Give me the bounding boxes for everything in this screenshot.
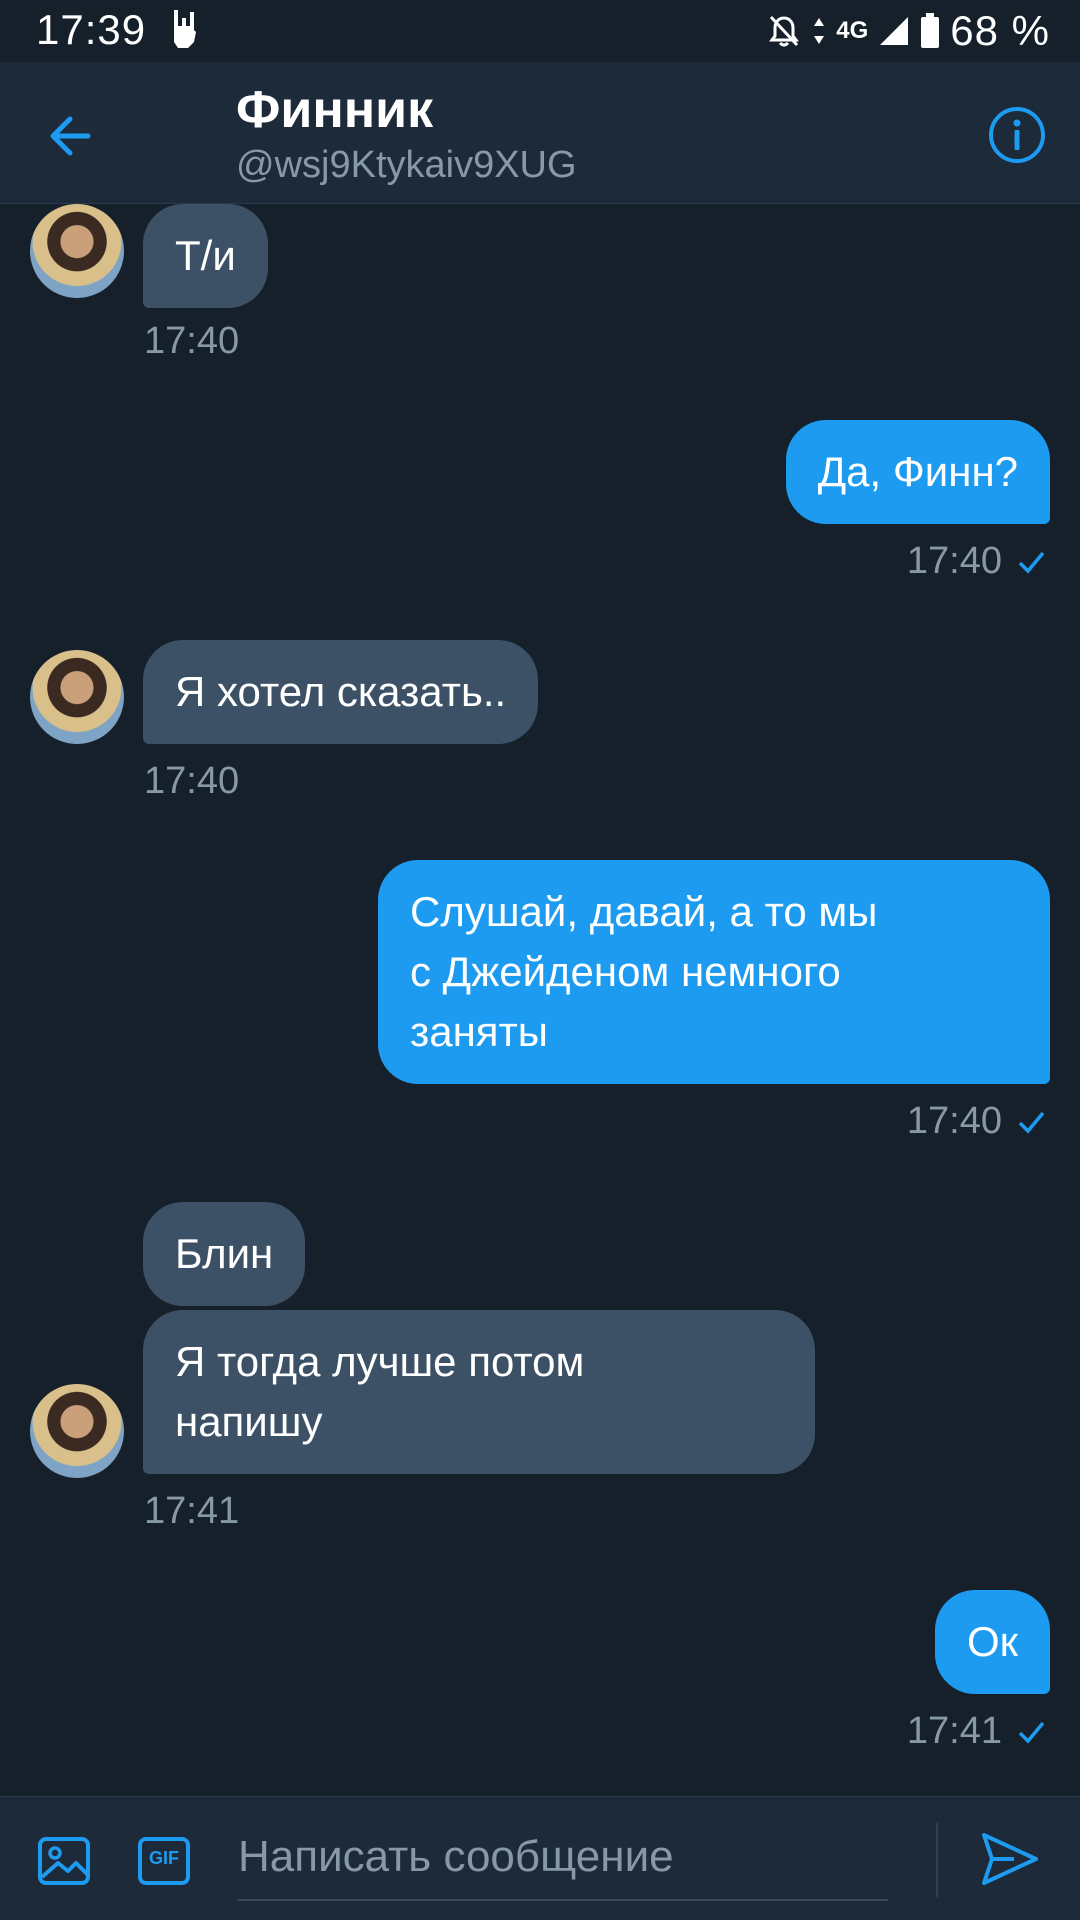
check-icon: [1018, 551, 1045, 574]
message-status: 17:40: [907, 540, 1046, 583]
status-time: 17:39: [36, 6, 147, 53]
message-text: Я хотел сказать..: [175, 668, 507, 715]
message-text: Блин: [175, 1230, 274, 1277]
conversation-header: Финник @wsj9Ktykaiv9XUG: [0, 62, 1080, 204]
contact-name[interactable]: Финник: [236, 80, 433, 140]
gif-button[interactable]: GIF: [136, 1833, 192, 1889]
check-icon: [1018, 1111, 1045, 1134]
message-status: 17:41: [907, 1710, 1046, 1753]
send-icon[interactable]: [978, 1827, 1042, 1891]
message-time: 17:40: [144, 760, 240, 802]
message-time: 17:41: [906, 1710, 1002, 1752]
rock-hand-icon: [174, 10, 196, 48]
message-composer: GIF: [0, 1796, 1080, 1920]
message-list[interactable]: Т/и 17:40 Да, Финн? 17:40 Я хотел сказат…: [0, 204, 1080, 1796]
message-text: Т/и: [175, 232, 236, 279]
message-time: 17:40: [144, 320, 240, 362]
image-icon[interactable]: [36, 1833, 92, 1889]
network-type: 4G: [836, 17, 869, 44]
status-bar: 17:39 4G 68 %: [0, 0, 1080, 62]
message-time: 17:40: [906, 540, 1002, 582]
contact-handle[interactable]: @wsj9Ktykaiv9XUG: [236, 144, 577, 187]
avatar[interactable]: [30, 650, 124, 744]
message-time: 17:40: [906, 1100, 1002, 1142]
message-text-line: Я тогда лучше потом: [175, 1338, 585, 1385]
status-icons: 4G 68 %: [766, 6, 1050, 56]
message-text-line: Слушай, давай, а то мы: [410, 888, 878, 935]
info-icon[interactable]: [986, 104, 1048, 166]
bell-off-icon: [769, 15, 800, 47]
avatar[interactable]: [30, 204, 124, 298]
avatar[interactable]: [30, 1384, 124, 1478]
message-text-line: напишу: [175, 1398, 323, 1445]
message-text: Ок: [966, 1618, 1018, 1665]
message-text-line: заняты: [410, 1008, 548, 1055]
composer-divider: [936, 1823, 938, 1897]
message-bubble-incoming[interactable]: Я хотел сказать..: [143, 640, 539, 744]
message-bubble-outgoing[interactable]: Ок: [934, 1590, 1050, 1694]
message-text: Да, Финн?: [817, 448, 1018, 495]
signal-icon: [880, 17, 909, 45]
gif-label: GIF: [149, 1848, 179, 1868]
message-bubble-outgoing[interactable]: Слушай, давай, а то мы с Джейденом немно…: [378, 860, 1050, 1084]
message-text-line: с Джейденом немного: [410, 948, 841, 995]
message-input[interactable]: [238, 1815, 888, 1901]
message-time: 17:41: [144, 1490, 240, 1532]
message-bubble-incoming[interactable]: Т/и: [143, 204, 268, 308]
message-bubble-incoming[interactable]: Блин: [143, 1202, 306, 1306]
message-status: 17:40: [907, 1100, 1046, 1143]
arrow-left-icon[interactable]: [42, 106, 102, 166]
data-arrows-icon: [814, 18, 825, 44]
battery-icon: [921, 13, 940, 48]
message-bubble-outgoing[interactable]: Да, Финн?: [785, 420, 1050, 524]
battery-percent: 68 %: [950, 7, 1050, 54]
message-bubble-incoming[interactable]: Я тогда лучше потом напишу: [143, 1310, 815, 1474]
check-icon: [1018, 1721, 1045, 1744]
